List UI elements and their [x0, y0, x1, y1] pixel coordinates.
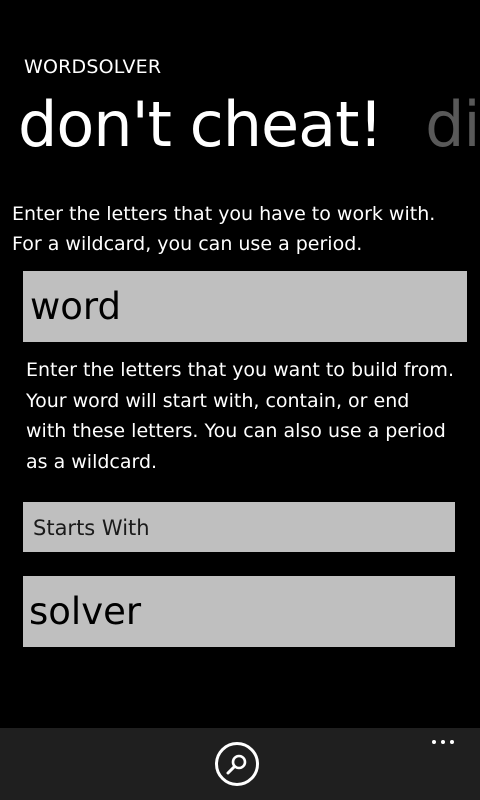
- search-button[interactable]: [215, 742, 259, 786]
- app-bar: [0, 728, 480, 800]
- search-icon: [226, 754, 247, 775]
- match-mode-picker[interactable]: Starts With: [23, 502, 455, 552]
- pivot-tab-dont-cheat[interactable]: don't cheat!: [18, 82, 383, 168]
- letters-instructions: Enter the letters that you have to work …: [12, 203, 436, 255]
- more-button[interactable]: [426, 732, 460, 756]
- build-instructions: Enter the letters that you want to build…: [26, 359, 454, 473]
- app-title: WORDSOLVER: [24, 56, 162, 78]
- pivot-headers: don't cheat! dictionary: [18, 82, 480, 168]
- more-icon: [450, 740, 454, 744]
- more-icon: [432, 740, 436, 744]
- more-icon: [441, 740, 445, 744]
- pivot-tab-dictionary[interactable]: dictionary: [425, 82, 480, 168]
- fragment-input[interactable]: [23, 576, 455, 647]
- letters-input[interactable]: [23, 271, 467, 342]
- app-root: WORDSOLVER don't cheat! dictionary Enter…: [0, 0, 480, 800]
